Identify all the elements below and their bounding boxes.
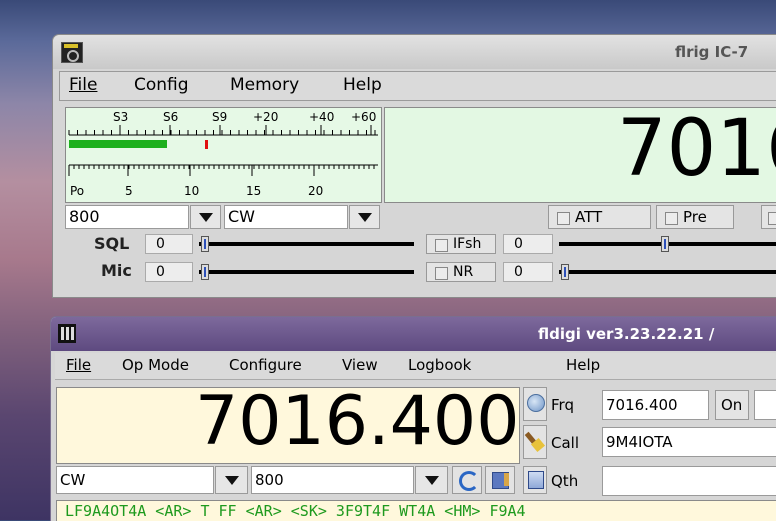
fldigi-bandwidth-dropdown[interactable] xyxy=(415,466,448,494)
nr-slider[interactable] xyxy=(559,270,776,274)
fldigi-menu-configure[interactable]: Configure xyxy=(229,356,302,374)
meter-label-s3: S3 xyxy=(113,110,129,124)
flrig-window: flrig IC-7 File Config Memory Help S3 S6… xyxy=(52,34,776,298)
flrig-mode-dropdown[interactable] xyxy=(349,205,380,229)
globe-icon xyxy=(527,394,545,412)
fldigi-window: fldigi ver3.23.22.21 / File Op Mode Conf… xyxy=(50,316,776,521)
fldigi-frequency-value: 7016.400 xyxy=(195,387,520,461)
flrig-menu-help[interactable]: Help xyxy=(343,75,382,95)
pre-button[interactable]: Pre xyxy=(656,205,734,229)
meter-label-5: 5 xyxy=(125,184,133,198)
mic-slider[interactable] xyxy=(199,270,414,274)
next-checkbox xyxy=(768,212,776,225)
s-meter: S3 S6 S9 +20 +40 +60 Po 5 10 15 20 xyxy=(65,107,382,203)
ifsh-button[interactable]: IFsh xyxy=(426,234,496,254)
att-checkbox xyxy=(557,212,570,225)
call-label: Call xyxy=(551,434,580,452)
ifsh-slider-thumb[interactable] xyxy=(661,236,669,252)
nr-value: 0 xyxy=(503,262,553,282)
meter-label-plus60: +60 xyxy=(351,110,377,124)
fldigi-mode-dropdown[interactable] xyxy=(215,466,248,494)
fldigi-menu-op-mode[interactable]: Op Mode xyxy=(122,356,189,374)
flrig-bandwidth-select[interactable]: 800 xyxy=(65,205,189,229)
nr-checkbox xyxy=(435,267,448,280)
flrig-frequency-display[interactable]: 7016 xyxy=(384,107,776,203)
flrig-menu-file[interactable]: File xyxy=(69,75,97,95)
fldigi-menu-file[interactable]: File xyxy=(66,356,91,374)
qth-label: Qth xyxy=(551,472,579,490)
fldigi-menu-view[interactable]: View xyxy=(342,356,378,374)
fldigi-menu-help[interactable]: Help xyxy=(566,356,600,374)
flrig-mode-select[interactable]: CW xyxy=(224,205,348,229)
meter-label-10: 10 xyxy=(184,184,200,198)
fldigi-title-bar[interactable]: fldigi ver3.23.22.21 / xyxy=(51,317,776,351)
flrig-menu-memory[interactable]: Memory xyxy=(230,75,299,95)
pre-label: Pre xyxy=(683,208,707,226)
refresh-icon xyxy=(459,471,479,491)
fldigi-window-title: fldigi ver3.23.22.21 / xyxy=(538,325,715,343)
mic-slider-thumb[interactable] xyxy=(201,264,209,280)
nr-slider-thumb[interactable] xyxy=(561,264,569,280)
meter-label-20: 20 xyxy=(308,184,324,198)
fldigi-menu-logbook[interactable]: Logbook xyxy=(408,356,471,374)
nr-button[interactable]: NR xyxy=(426,262,496,282)
meter-label-s6: S6 xyxy=(163,110,179,124)
ifsh-value: 0 xyxy=(503,234,553,254)
on-button[interactable]: On xyxy=(715,390,749,420)
flrig-menu-config[interactable]: Config xyxy=(134,75,189,95)
ifsh-label: IFsh xyxy=(453,236,482,252)
flrig-title-bar[interactable]: flrig IC-7 xyxy=(53,35,776,69)
next-button[interactable] xyxy=(761,205,776,229)
qth-input[interactable] xyxy=(602,466,776,496)
meter-label-s9: S9 xyxy=(212,110,228,124)
fldigi-bandwidth-select[interactable]: 800 xyxy=(251,466,414,494)
fldigi-mode-select[interactable]: CW xyxy=(56,466,214,494)
rx-text: LF9A4OT4A <AR> T FF <AR> <SK> 3F9T4F WT4… xyxy=(65,502,526,520)
mic-label: Mic xyxy=(101,261,132,280)
sql-slider-thumb[interactable] xyxy=(201,236,209,252)
meter-label-po: Po xyxy=(70,184,85,198)
meter-label-15: 15 xyxy=(246,184,262,198)
call-input[interactable]: 9M4IOTA xyxy=(602,427,776,457)
fldigi-menu-bar: File Op Mode Configure View Logbook Help xyxy=(55,353,776,380)
sql-label: SQL xyxy=(94,234,130,253)
nr-label: NR xyxy=(453,264,474,280)
rx-text-pane[interactable]: LF9A4OT4A <AR> T FF <AR> <SK> 3F9T4F WT4… xyxy=(56,500,776,521)
meter-label-plus40: +40 xyxy=(309,110,335,124)
frq-label: Frq xyxy=(551,396,574,414)
sql-value: 0 xyxy=(145,234,193,254)
sql-slider[interactable] xyxy=(199,242,414,246)
mic-value: 0 xyxy=(145,262,193,282)
off-input[interactable] xyxy=(754,390,776,420)
swap-icon xyxy=(528,471,544,489)
flrig-frequency-value: 7016 xyxy=(617,107,776,194)
frq-input[interactable]: 7016.400 xyxy=(602,390,709,420)
flrig-app-icon[interactable] xyxy=(61,42,83,63)
peak-marker xyxy=(205,140,208,149)
att-button[interactable]: ATT xyxy=(548,205,651,229)
meter-label-plus20: +20 xyxy=(253,110,279,124)
signal-level-bar xyxy=(69,140,167,148)
globe-button[interactable] xyxy=(523,387,547,421)
clear-button[interactable] xyxy=(523,425,547,459)
dock-button[interactable] xyxy=(485,466,515,494)
att-label: ATT xyxy=(575,208,603,226)
flrig-window-title: flrig IC-7 xyxy=(675,43,749,61)
on-label: On xyxy=(721,396,743,414)
swap-button[interactable] xyxy=(523,466,547,494)
ifsh-checkbox xyxy=(435,239,448,252)
fldigi-app-icon[interactable] xyxy=(58,324,76,343)
refresh-button[interactable] xyxy=(452,466,482,494)
pre-checkbox xyxy=(665,212,678,225)
fldigi-frequency-display[interactable]: 7016.400 xyxy=(56,387,520,464)
flrig-menu-bar: File Config Memory Help xyxy=(59,71,776,101)
flrig-bandwidth-dropdown[interactable] xyxy=(190,205,221,229)
